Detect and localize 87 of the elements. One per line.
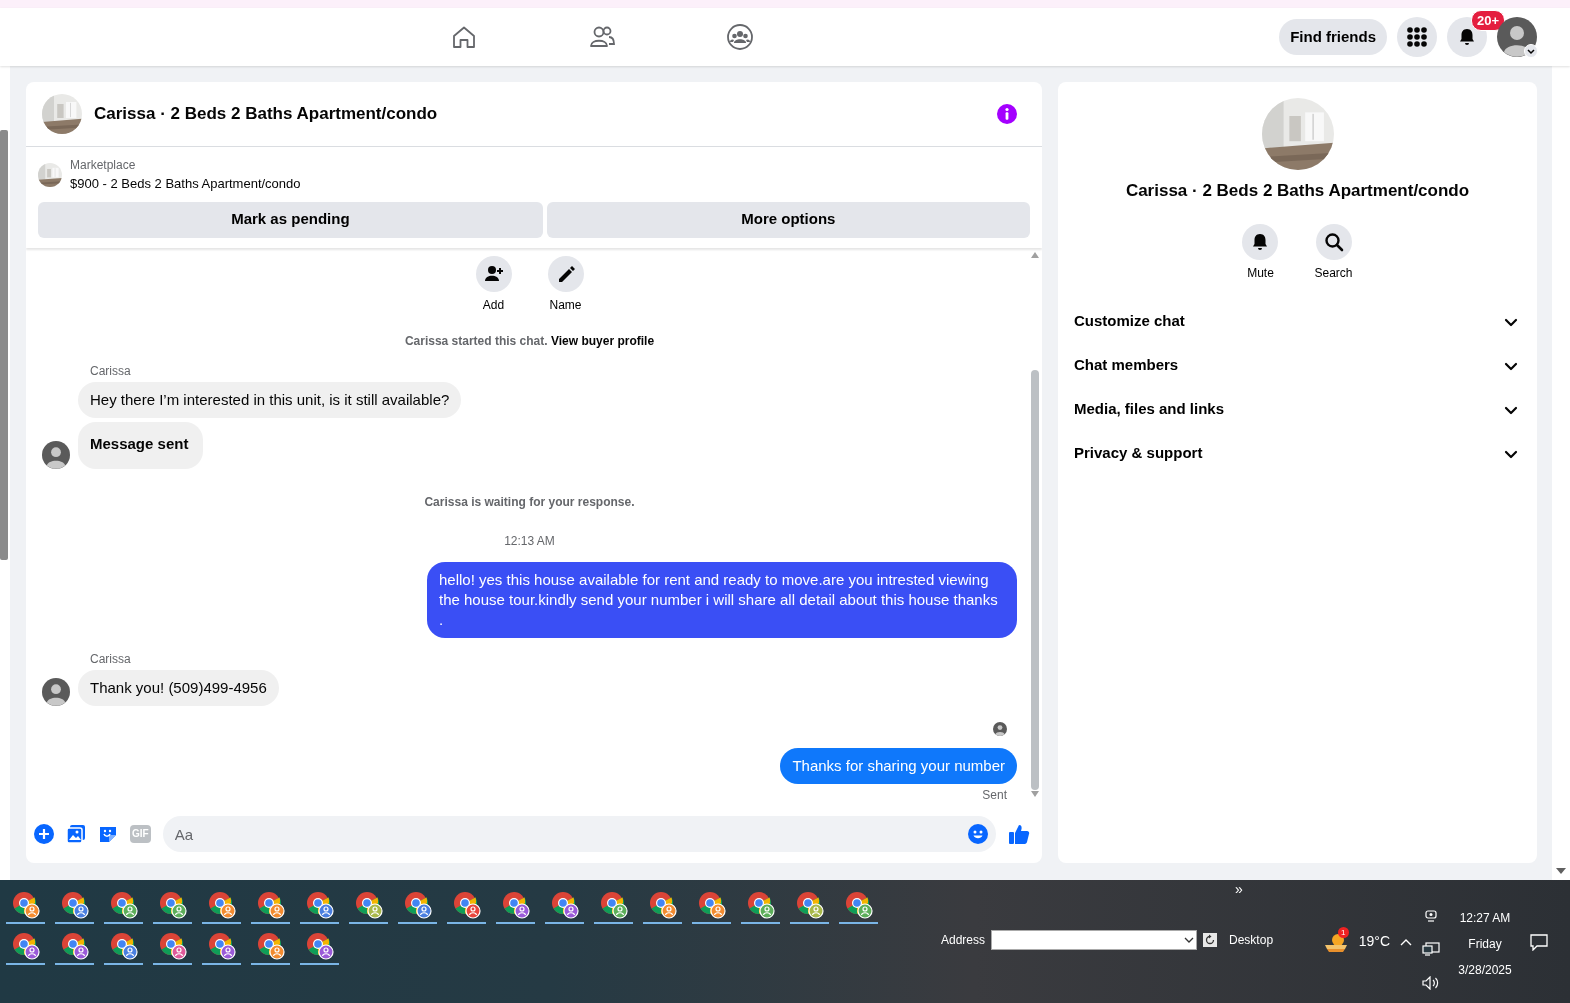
network-icon[interactable]	[1422, 941, 1440, 956]
message-bubble: Thanks for sharing your number	[780, 748, 1017, 784]
section-toggle[interactable]: Chat members	[1074, 343, 1521, 388]
refresh-icon[interactable]	[1203, 933, 1218, 947]
browser-icon	[256, 890, 285, 919]
browser-icon	[354, 890, 383, 919]
clock-day: Friday	[1468, 934, 1502, 953]
browser-icon	[109, 931, 138, 960]
message-input-field[interactable]: Aa	[162, 816, 996, 852]
listing-action-button[interactable]: More options	[546, 201, 1030, 238]
browser-icon	[60, 890, 89, 919]
groups-icon[interactable]	[726, 23, 754, 51]
emoji-icon[interactable]	[968, 824, 988, 844]
browser-icon	[648, 890, 677, 919]
browser-icon	[305, 890, 334, 919]
apps-menu-button[interactable]	[1397, 17, 1437, 57]
browser-icon	[550, 890, 579, 919]
browser-icon	[452, 890, 481, 919]
browser-icon	[158, 890, 187, 919]
volume-icon[interactable]	[1422, 975, 1440, 990]
sender-name: Carissa	[89, 650, 131, 668]
scrollbar-thumb[interactable]	[0, 130, 8, 560]
listing-title: $900 - 2 Beds 2 Baths Apartment/condo	[70, 175, 301, 193]
message-bubble: Thank you! (509)499-4956	[78, 669, 279, 706]
camera-icon[interactable]	[1425, 907, 1437, 922]
browser-icon	[501, 890, 530, 919]
buyer-profile-link[interactable]: View buyer profile	[550, 333, 655, 348]
contact-avatar	[42, 440, 70, 469]
browser-icon	[305, 931, 334, 960]
image-icon[interactable]	[66, 824, 86, 844]
section-toggle[interactable]: Media, files and links	[1074, 387, 1521, 432]
plus-icon[interactable]	[34, 824, 54, 844]
thumbs-up-icon[interactable]	[1008, 823, 1030, 845]
read-receipt-avatar	[993, 722, 1007, 736]
browser-icon	[11, 890, 40, 919]
dropdown-icon	[1184, 935, 1195, 945]
chevron-up-icon[interactable]	[1400, 937, 1412, 946]
message-bubble: Hey there I’m interested in this unit, is it still available?	[78, 381, 462, 418]
message-status: Sent	[982, 787, 1008, 804]
bell-icon	[1457, 27, 1477, 47]
add-person-icon	[483, 263, 504, 284]
scrollbar-thumb[interactable]	[1031, 369, 1039, 790]
message-bubble: Message sent	[78, 422, 204, 469]
find-friends-button[interactable]: Find friends	[1279, 19, 1387, 55]
chat-title: Carissa · 2 Beds 2 Baths Apartment/condo	[1125, 180, 1470, 202]
browser-icon	[403, 890, 432, 919]
browser-icon	[60, 931, 89, 960]
scroll-down-icon[interactable]	[1556, 868, 1566, 874]
browser-icon	[207, 890, 236, 919]
avatar	[1497, 17, 1537, 57]
message-bubble: hello! yes this house available for rent and ready to move.are you intrested viewing the house tour.kindly send your number i will share all detail about this house thanks .	[427, 561, 1017, 638]
browser-icon	[158, 931, 187, 960]
browser-icon	[256, 931, 285, 960]
listing-label: Marketplace	[70, 157, 137, 174]
section-toggle[interactable]: Privacy & support	[1074, 431, 1521, 476]
sender-name: Carissa	[89, 362, 131, 380]
temperature: 19°C	[1358, 932, 1390, 951]
browser-icon	[746, 890, 775, 919]
browser-icon	[599, 890, 628, 919]
browser-icon	[795, 890, 824, 919]
address-field[interactable]	[991, 930, 1198, 950]
weather-badge: 1	[1337, 926, 1349, 938]
clock-date: 3/28/2025	[1458, 961, 1512, 979]
clock-time: 12:27 AM	[1459, 909, 1511, 927]
listing-action-button[interactable]: Mark as pending	[38, 201, 543, 238]
desktop-label: Desktop	[1229, 932, 1274, 949]
address-label: Address	[941, 932, 986, 949]
notification-icon[interactable]	[1530, 932, 1548, 951]
profile-button[interactable]	[1497, 17, 1537, 57]
section-toggle[interactable]: Customize chat	[1074, 299, 1521, 344]
chat-title: Carissa · 2 Beds 2 Baths Apartment/condo	[94, 103, 438, 126]
message-timestamp: 12:13 AM	[503, 532, 556, 550]
system-message: Carissa is waiting for your response.	[423, 493, 636, 511]
info-button[interactable]	[996, 103, 1018, 125]
browser-icon	[207, 931, 236, 960]
scroll-up-icon[interactable]	[1031, 251, 1039, 258]
browser-icon	[844, 890, 873, 919]
browser-icon	[109, 890, 138, 919]
browser-icon	[11, 931, 40, 960]
contact-avatar	[42, 678, 70, 706]
system-message: Carissa started this chat. View buyer profile	[403, 332, 656, 350]
info-icon	[996, 103, 1018, 125]
sticker-icon[interactable]	[98, 824, 118, 844]
search-icon	[1323, 231, 1344, 252]
grid-icon	[1406, 26, 1428, 48]
browser-icon	[697, 890, 726, 919]
toolbar-overflow[interactable]: »	[1234, 880, 1323, 896]
